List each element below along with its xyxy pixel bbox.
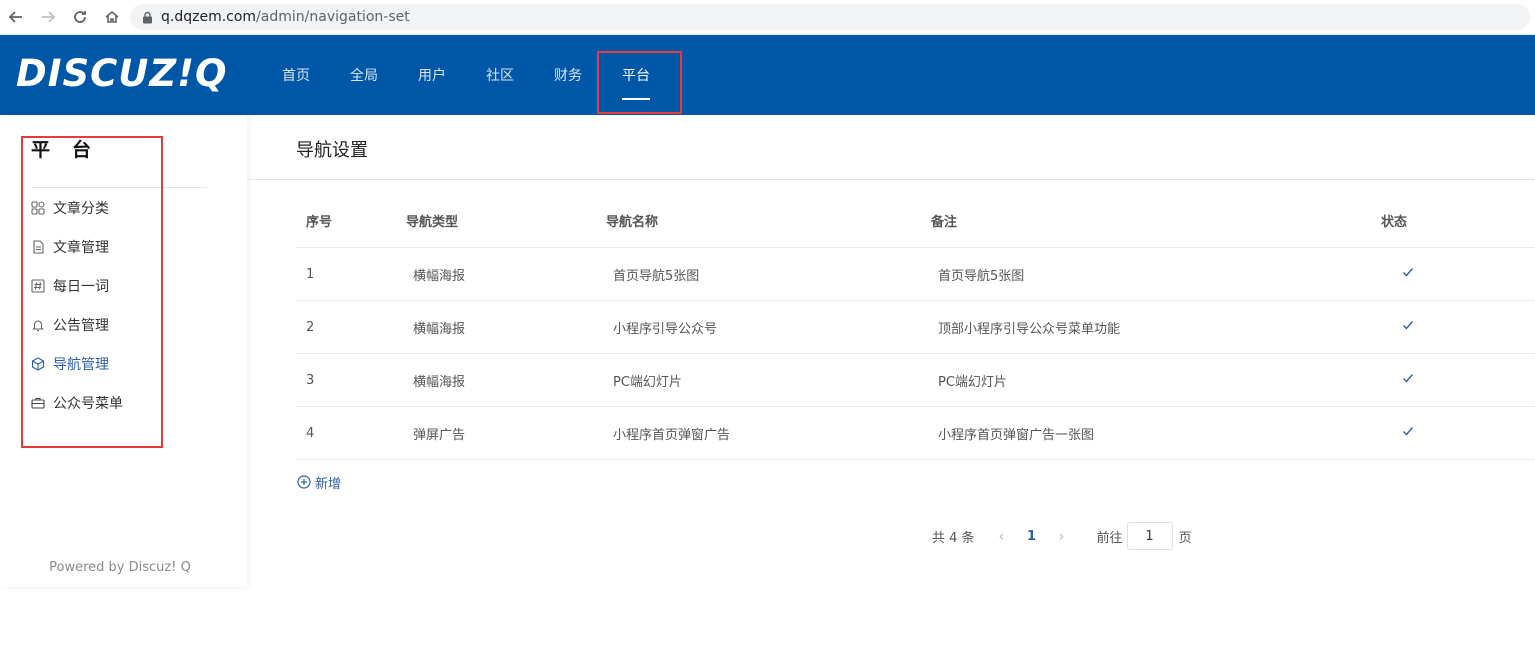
cell-type: 横幅海报 xyxy=(413,268,466,284)
check-icon xyxy=(1402,425,1414,437)
pagination: 共 4 条 ‹ 1 › 前往 1 页 xyxy=(932,522,1192,550)
highlight-box-sidebar xyxy=(21,136,163,448)
reload-icon[interactable] xyxy=(70,7,90,27)
table-header: 序号 导航类型 导航名称 备注 状态 xyxy=(296,193,1535,248)
top-nav-home[interactable]: 首页 xyxy=(262,35,330,115)
cell-name: 小程序首页弹窗广告 xyxy=(613,427,731,443)
top-nav-global[interactable]: 全局 xyxy=(330,35,398,115)
top-nav-users[interactable]: 用户 xyxy=(398,35,466,115)
cell-index: 2 xyxy=(306,319,315,335)
table-row: 4 弹屏广告 小程序首页弹窗广告 小程序首页弹窗广告一张图 xyxy=(296,407,1535,460)
goto-page-input[interactable]: 1 xyxy=(1126,522,1173,550)
check-icon xyxy=(1402,372,1414,384)
table-row: 2 横幅海报 小程序引导公众号 顶部小程序引导公众号菜单功能 xyxy=(296,301,1535,354)
check-icon xyxy=(1402,266,1414,278)
pagination-total: 共 4 条 xyxy=(932,530,975,546)
add-button-label: 新增 xyxy=(315,476,342,492)
cell-note: 顶部小程序引导公众号菜单功能 xyxy=(938,321,1121,337)
prev-page-icon[interactable]: ‹ xyxy=(991,527,1013,545)
cell-type: 横幅海报 xyxy=(413,374,466,390)
cell-type: 横幅海报 xyxy=(413,321,466,337)
highlight-box-top-nav xyxy=(597,51,682,114)
cell-name: 首页导航5张图 xyxy=(613,268,700,284)
col-header-note: 备注 xyxy=(931,214,958,230)
home-icon[interactable] xyxy=(102,7,122,27)
add-button[interactable]: 新增 xyxy=(297,472,341,492)
check-icon xyxy=(1402,319,1414,331)
browser-toolbar: q.dqzem.com/admin/navigation-set xyxy=(0,0,1535,35)
url-host: q.dqzem.com xyxy=(161,9,257,25)
cell-index: 4 xyxy=(306,425,315,441)
address-bar[interactable]: q.dqzem.com/admin/navigation-set xyxy=(130,4,1530,30)
col-header-type: 导航类型 xyxy=(406,214,459,230)
cell-index: 3 xyxy=(306,372,315,388)
top-nav-community[interactable]: 社区 xyxy=(466,35,534,115)
url-path: /admin/navigation-set xyxy=(256,9,410,25)
page-title: 导航设置 xyxy=(296,140,368,161)
cell-note: PC端幻灯片 xyxy=(938,374,1007,390)
col-header-status: 状态 xyxy=(1381,214,1408,230)
cell-status xyxy=(1371,372,1535,388)
navigation-table: 序号 导航类型 导航名称 备注 状态 1 横幅海报 首页导航5张图 首页导航5张… xyxy=(296,193,1535,460)
cell-note: 首页导航5张图 xyxy=(938,268,1025,284)
top-header: DISCUZ!Q 首页 全局 用户 社区 财务 平台 xyxy=(0,35,1535,115)
cell-type: 弹屏广告 xyxy=(413,427,466,443)
cell-status xyxy=(1371,425,1535,441)
goto-label: 前往 xyxy=(1096,530,1123,546)
goto-suffix: 页 xyxy=(1178,530,1192,546)
back-icon[interactable] xyxy=(6,7,26,27)
col-header-index: 序号 xyxy=(306,214,333,230)
forward-icon[interactable] xyxy=(38,7,58,27)
powered-by: Powered by Discuz! Q xyxy=(49,560,191,575)
top-nav-finance[interactable]: 财务 xyxy=(534,35,602,115)
cell-name: 小程序引导公众号 xyxy=(613,321,718,337)
next-page-icon[interactable]: › xyxy=(1051,527,1073,545)
plus-circle-icon xyxy=(297,475,311,489)
logo[interactable]: DISCUZ!Q xyxy=(16,54,227,94)
cell-status xyxy=(1371,319,1535,335)
page-number[interactable]: 1 xyxy=(1013,529,1051,544)
cell-note: 小程序首页弹窗广告一张图 xyxy=(938,427,1095,443)
title-divider xyxy=(247,179,1535,180)
logo-text: DISCUZ!Q xyxy=(16,52,228,95)
table-row: 1 横幅海报 首页导航5张图 首页导航5张图 xyxy=(296,248,1535,301)
cell-index: 1 xyxy=(306,266,315,282)
lock-icon xyxy=(142,11,153,24)
col-header-name: 导航名称 xyxy=(606,214,659,230)
cell-status xyxy=(1371,266,1535,282)
table-row: 3 横幅海报 PC端幻灯片 PC端幻灯片 xyxy=(296,354,1535,407)
cell-name: PC端幻灯片 xyxy=(613,374,682,390)
